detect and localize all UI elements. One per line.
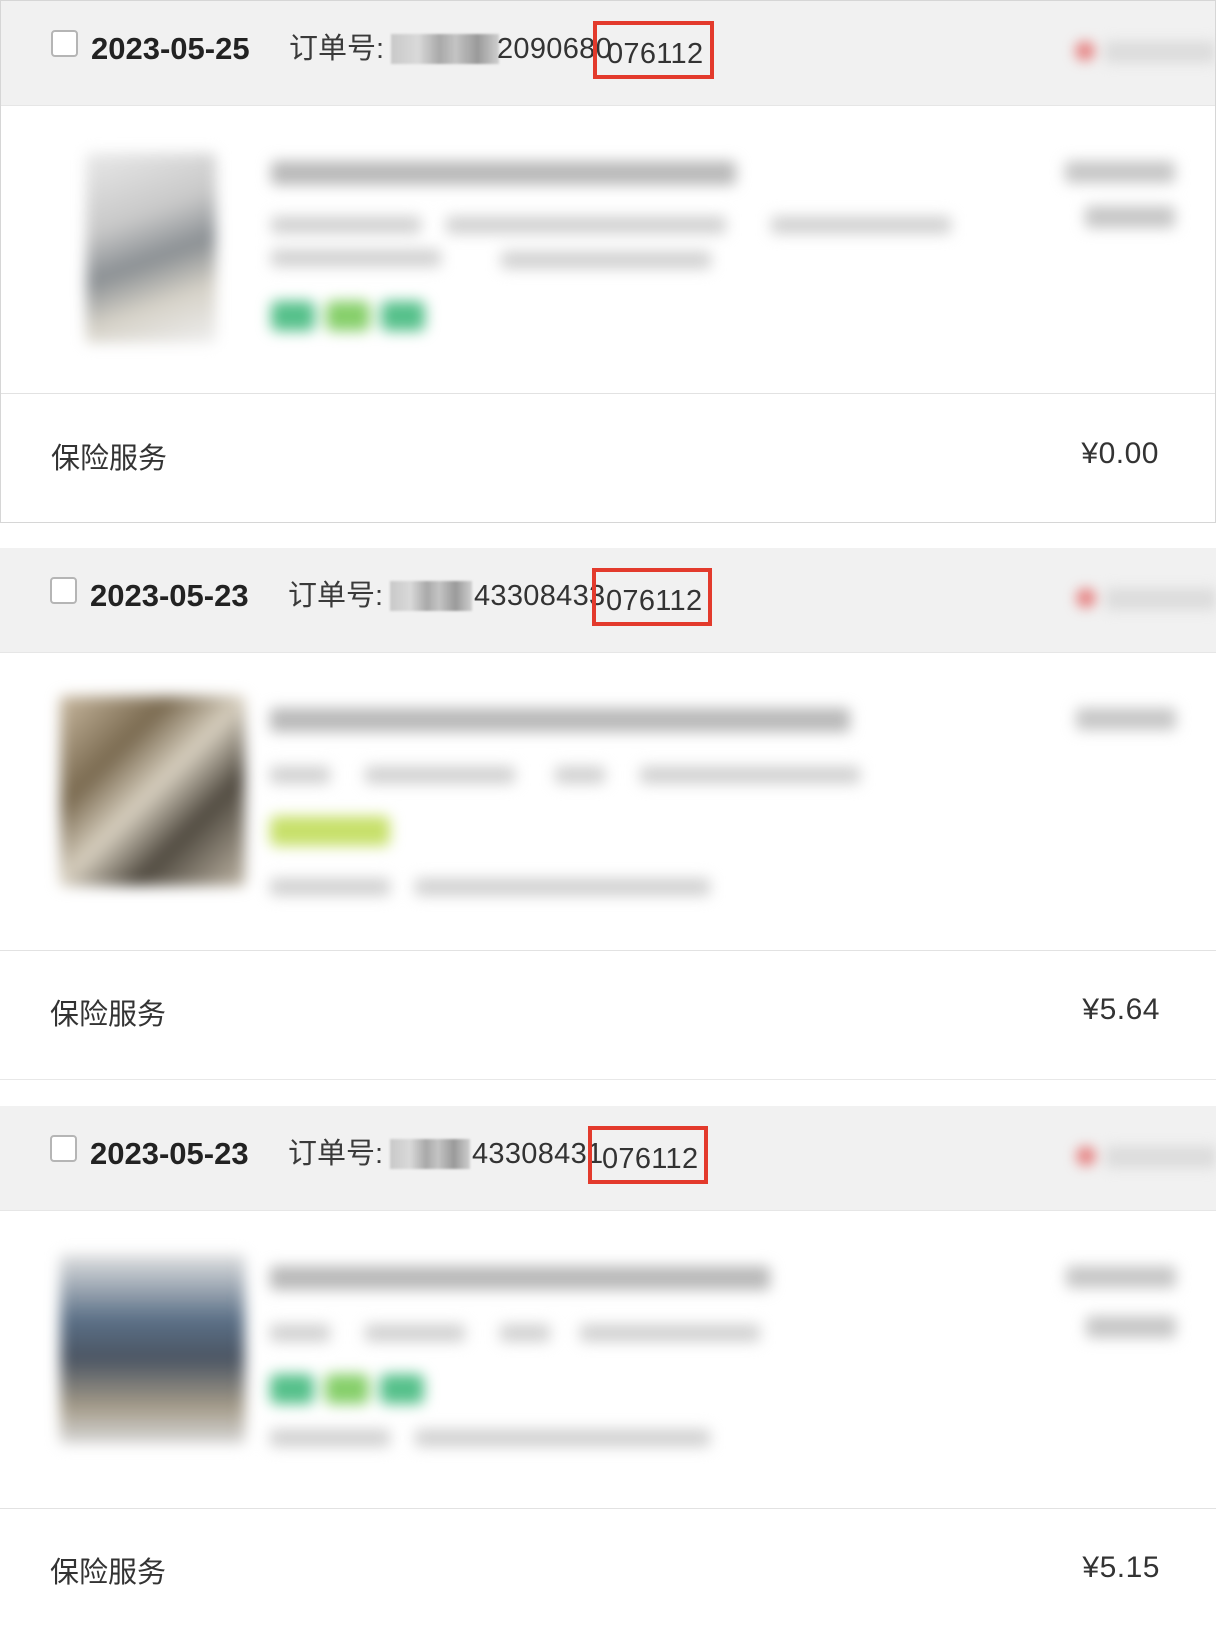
order-status-redacted <box>1026 566 1216 630</box>
order-header: 2023-05-25 订单号: 2090680 076112 <box>1 1 1215 106</box>
order-date: 2023-05-25 <box>91 31 250 66</box>
order-card: 2023-05-25 订单号: 2090680 076112 保险服务 ¥0.0… <box>0 0 1216 523</box>
order-date: 2023-05-23 <box>90 1136 249 1171</box>
order-number-highlight-box: 076112 <box>592 568 712 626</box>
insurance-service-label: 保险服务 <box>51 443 168 475</box>
order-number-visible-part: 43308433 <box>474 580 606 612</box>
order-status-redacted <box>1025 19 1215 83</box>
status-icon <box>1076 588 1096 608</box>
order-number-label: 订单号: <box>288 580 384 612</box>
insurance-service-label: 保险服务 <box>50 999 167 1031</box>
order-number-redacted <box>390 581 472 611</box>
product-thumbnail <box>60 1254 245 1444</box>
order-select-checkbox[interactable] <box>51 30 78 57</box>
order-list: 2023-05-25 订单号: 2090680 076112 保险服务 ¥0.0… <box>0 0 1216 1628</box>
product-thumbnail <box>60 696 245 886</box>
order-card: 2023-05-23 订单号: 43308433 076112 保险服务 ¥5.… <box>0 548 1216 1080</box>
order-card: 2023-05-23 订单号: 43308431 076112 保险服务 ¥5.… <box>0 1106 1216 1628</box>
product-thumbnail <box>86 153 216 343</box>
insurance-service-price: ¥5.64 <box>1082 993 1160 1026</box>
order-select-checkbox[interactable] <box>50 577 77 604</box>
order-number-highlight-box: 076112 <box>588 1126 708 1184</box>
order-number-suffix: 076112 <box>602 1143 699 1175</box>
order-header: 2023-05-23 订单号: 43308433 076112 <box>0 548 1216 653</box>
order-select-checkbox[interactable] <box>50 1135 77 1162</box>
insurance-service-price: ¥5.15 <box>1082 1551 1160 1584</box>
product-row-redacted <box>0 1224 1216 1524</box>
product-row-redacted <box>0 666 1216 966</box>
order-number-redacted <box>391 34 499 64</box>
order-number-suffix: 076112 <box>607 38 704 70</box>
order-number-highlight-box: 076112 <box>593 21 714 79</box>
order-number-label: 订单号: <box>289 33 385 65</box>
status-icon <box>1076 1146 1096 1166</box>
order-status-redacted <box>1026 1124 1216 1188</box>
order-number-redacted <box>390 1139 470 1169</box>
insurance-service-label: 保险服务 <box>50 1557 167 1589</box>
product-row-redacted <box>1 121 1215 381</box>
order-date: 2023-05-23 <box>90 578 249 613</box>
order-number-label: 订单号: <box>288 1138 384 1170</box>
order-number-visible-part: 43308431 <box>472 1138 604 1170</box>
order-header: 2023-05-23 订单号: 43308431 076112 <box>0 1106 1216 1211</box>
insurance-service-price: ¥0.00 <box>1081 437 1159 470</box>
order-number-suffix: 076112 <box>606 585 703 617</box>
status-icon <box>1075 41 1095 61</box>
